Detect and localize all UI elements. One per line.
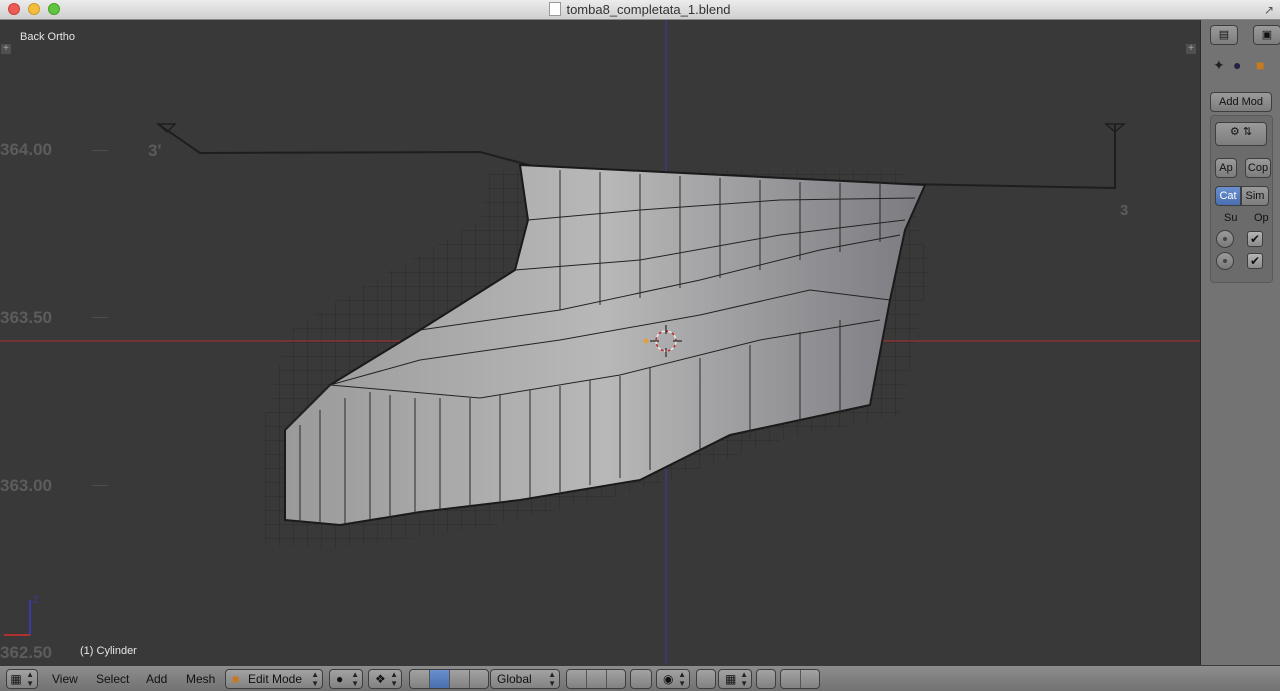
editor-type-menu[interactable]: ▦ ▲ ▼ [6, 669, 38, 689]
select-mode-toggles [566, 669, 626, 689]
scene-icon[interactable]: ● [1233, 57, 1241, 73]
ruler-tick [92, 485, 108, 486]
mesh-menu[interactable]: Mesh [186, 672, 215, 686]
snap-toggle-icon[interactable] [696, 669, 716, 689]
scale-manipulator-icon[interactable] [470, 670, 490, 688]
window-title: tomba8_completata_1.blend [566, 2, 731, 17]
window-titlebar: tomba8_completata_1.blend ↗ [0, 0, 1280, 20]
add-modifier-dropdown[interactable]: Add Mod [1210, 92, 1272, 112]
catmull-clark-label: Cat [1219, 190, 1237, 202]
viewport-scene [0, 20, 1200, 665]
render-levels-field[interactable] [1216, 252, 1234, 270]
orientation-label: Global [497, 672, 532, 686]
view-menu[interactable]: View [52, 672, 78, 686]
screen-layout-button[interactable]: ▣ [1253, 25, 1280, 45]
copy-button-label: Cop [1247, 162, 1269, 174]
option-checkbox-2[interactable] [1247, 253, 1263, 269]
rotate-manipulator-icon[interactable] [450, 670, 470, 688]
ruler-label-363-50: 363.50 [0, 308, 52, 327]
3d-viewport[interactable]: Back Ortho 364.00 363.50 363.00 362.50 3… [0, 20, 1200, 665]
document-icon [549, 2, 562, 16]
fullscreen-icon[interactable]: ↗ [1264, 3, 1274, 17]
limit-selection-button[interactable] [630, 669, 652, 689]
section-marker-label-right: 3 [1120, 202, 1129, 219]
ruler-label-363-00: 363.00 [0, 476, 52, 495]
ruler-tick [92, 150, 108, 151]
mode-selector[interactable]: ■ Edit Mode ▲ ▼ [225, 669, 323, 689]
ruler-tick [92, 317, 108, 318]
face-select-icon[interactable] [607, 670, 627, 688]
section-marker-label-left: 3' [148, 141, 162, 160]
snap-element-menu[interactable]: ▦ ▲ ▼ [718, 669, 752, 689]
options-column-label: Op [1254, 212, 1269, 224]
option-checkbox-1[interactable] [1247, 231, 1263, 247]
updown-icon: ▲ ▼ [548, 670, 556, 688]
edit-mode-icon: ■ [232, 672, 240, 686]
opengl-render-animation-icon[interactable] [801, 670, 821, 688]
window-title-area: tomba8_completata_1.blend [0, 2, 1280, 17]
3d-view-header: ▦ ▲ ▼ View Select Add Mesh ■ Edit Mode ▲ ▼ … [0, 665, 1280, 691]
pin-icon[interactable]: ✦ [1213, 57, 1225, 74]
add-modifier-label: Add Mod [1218, 96, 1264, 108]
mode-label: Edit Mode [248, 672, 303, 686]
object-icon[interactable]: ■ [1256, 57, 1264, 73]
axis-gizmo-icon [4, 600, 31, 636]
modifier-box: ⚙ ⇅ Ap Cop Cat Sim Su Op [1210, 115, 1273, 283]
select-menu[interactable]: Select [96, 672, 129, 686]
manipulator-toggle-icon[interactable] [410, 670, 430, 688]
updown-icon: ▲ ▼ [311, 670, 319, 688]
copy-button[interactable]: Cop [1245, 158, 1271, 178]
active-object-label: (1) Cylinder [80, 645, 137, 657]
render-buttons [780, 669, 820, 689]
axis-gizmo-z-label: Z [33, 595, 39, 605]
translate-manipulator-icon[interactable] [430, 670, 450, 688]
apply-button-label: Ap [1219, 162, 1233, 174]
catmull-clark-option[interactable]: Cat [1215, 186, 1241, 206]
copy-paste-icon[interactable] [756, 669, 776, 689]
view-levels-field[interactable] [1216, 230, 1234, 248]
vertex-select-icon[interactable] [567, 670, 587, 688]
editor-type-button[interactable]: ▤ [1210, 25, 1238, 45]
viewport-shading-menu[interactable]: ● ▲ ▼ [329, 669, 363, 689]
opengl-render-image-icon[interactable] [781, 670, 801, 688]
subdivisions-column-label: Su [1224, 212, 1238, 224]
pivot-point-menu[interactable]: ❖ ▲ ▼ [368, 669, 402, 689]
modifier-header[interactable]: ⚙ ⇅ [1215, 122, 1267, 146]
ruler-label-364-00: 364.00 [0, 140, 52, 159]
simple-option[interactable]: Sim [1241, 186, 1269, 206]
apply-button[interactable]: Ap [1215, 158, 1237, 178]
simple-label: Sim [1245, 190, 1265, 202]
edge-select-icon[interactable] [587, 670, 607, 688]
add-menu[interactable]: Add [146, 672, 167, 686]
view-name-label: Back Ortho [20, 31, 76, 43]
properties-panel: ▤ ▣ ✦ ● ■ Add Mod ⚙ ⇅ Ap Cop Cat Sim Su … [1200, 20, 1280, 665]
manipulator-toggles [409, 669, 489, 689]
transform-orientation-menu[interactable]: Global ▲ ▼ [490, 669, 560, 689]
proportional-edit-menu[interactable]: ◉ ▲ ▼ [656, 669, 690, 689]
properties-expand-button[interactable]: + [1186, 44, 1196, 54]
toolshelf-expand-button[interactable]: + [1, 44, 11, 54]
ruler-label-362-50: 362.50 [0, 643, 52, 662]
